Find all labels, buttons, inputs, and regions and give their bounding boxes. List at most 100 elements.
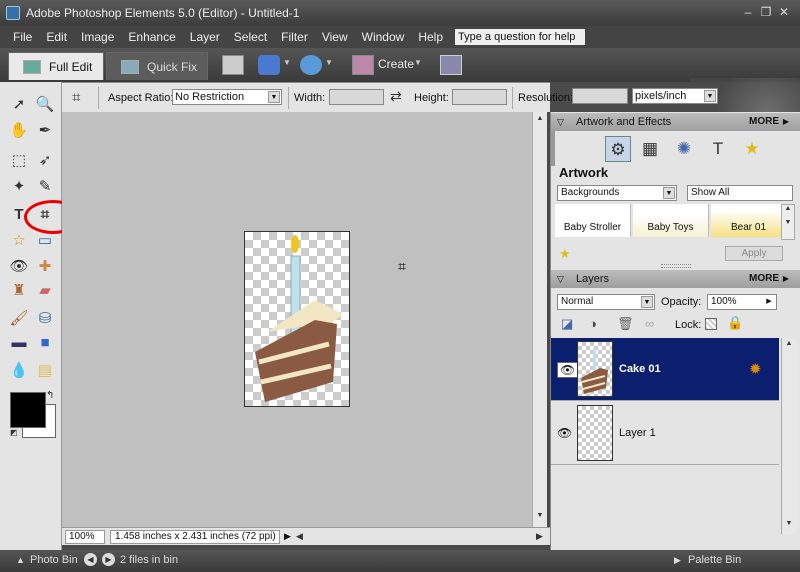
artwork-thumbnail[interactable]: Bear 01 <box>711 204 787 237</box>
restore-button[interactable]: ❐ <box>758 5 774 19</box>
create-button[interactable]: Create <box>378 57 414 71</box>
menu-enhance[interactable]: Enhance <box>121 30 182 44</box>
eraser-tool-icon[interactable]: ▰ <box>34 280 56 302</box>
magic-wand-tool-icon[interactable]: ✦ <box>8 176 30 198</box>
gradient-tool-icon[interactable]: ▬ <box>8 332 30 354</box>
trash-icon[interactable]: 🗑 <box>617 316 634 332</box>
triangle-up-icon[interactable]: ▲ <box>16 555 25 565</box>
layer-style-icon[interactable]: ✹ <box>749 360 762 378</box>
create-icon[interactable] <box>352 55 374 75</box>
menu-help[interactable]: Help <box>411 30 450 44</box>
scroll-up-icon[interactable]: ▲ <box>535 115 545 125</box>
canvas-area[interactable]: ⌗ <box>62 112 532 527</box>
visibility-eye-icon[interactable]: 👁 <box>557 426 572 440</box>
layer-name[interactable]: Cake 01 <box>619 363 661 375</box>
shape-tool-icon[interactable]: ■ <box>34 332 56 354</box>
chevron-down-icon[interactable]: ▼ <box>325 58 333 67</box>
chevron-down-icon[interactable]: ▼ <box>283 58 291 67</box>
cookie-cutter-tool-icon[interactable]: ☆ <box>8 230 30 252</box>
sponge-tool-icon[interactable]: ▤ <box>34 360 56 382</box>
print-icon[interactable] <box>222 55 244 75</box>
apply-button[interactable]: Apply <box>725 246 783 261</box>
layer-name[interactable]: Layer 1 <box>619 427 656 439</box>
lasso-tool-icon[interactable]: ➶ <box>34 150 56 172</box>
chevron-down-icon[interactable]: ▼ <box>414 58 422 67</box>
swap-colors-icon[interactable]: ↰ <box>46 390 54 401</box>
resolution-units-select[interactable]: pixels/inch ▼ <box>632 88 718 104</box>
menu-file[interactable]: File <box>6 30 39 44</box>
panel-resize-grip[interactable] <box>661 264 691 268</box>
menu-filter[interactable]: Filter <box>274 30 315 44</box>
swap-icon[interactable]: ⇄ <box>390 88 402 105</box>
opacity-field[interactable]: 100% ▶ <box>707 294 777 310</box>
layers-vertical-scrollbar[interactable]: ▲ ▼ <box>781 338 797 534</box>
foreground-color-swatch[interactable] <box>10 392 46 428</box>
status-menu-arrow-icon[interactable]: ▶ <box>284 531 291 542</box>
scroll-left-icon[interactable]: ◀ <box>296 531 303 542</box>
effects-icon[interactable]: ▦ <box>637 136 663 162</box>
artwork-category-select[interactable]: Backgrounds ▼ <box>557 185 677 201</box>
marquee-tool-icon[interactable]: ⬚ <box>8 150 30 172</box>
workspace-grid-icon[interactable] <box>440 55 462 75</box>
triangle-right-icon[interactable]: ▶ <box>674 555 681 566</box>
layer-row[interactable]: 👁 Cake 01 ✹ <box>551 338 779 401</box>
paint-bucket-tool-icon[interactable]: ⛁ <box>34 308 56 330</box>
artwork-more-button[interactable]: MORE <box>749 113 779 131</box>
scroll-right-icon[interactable]: ▶ <box>536 531 543 542</box>
text-effects-icon[interactable]: T <box>705 136 731 162</box>
lock-all-icon[interactable]: 🔒 <box>727 315 743 331</box>
layers-panel-header[interactable]: ▽ Layers MORE ▶ <box>551 270 800 288</box>
zoom-tool-icon[interactable]: 🔍 <box>34 94 56 116</box>
artwork-scrollbar[interactable]: ▲ ▼ <box>781 204 795 240</box>
artwork-panel-header[interactable]: ▽ Artwork and Effects MORE ▶ <box>551 113 800 131</box>
scroll-up-icon[interactable]: ▲ <box>784 340 794 350</box>
artwork-icon[interactable]: ⚙ <box>605 136 631 162</box>
visibility-eye-icon[interactable]: 👁 <box>557 362 579 378</box>
favorites-icon[interactable]: ★ <box>739 136 765 162</box>
artwork-filter-select[interactable]: Show All <box>687 185 793 201</box>
menu-select[interactable]: Select <box>227 30 274 44</box>
clone-stamp-tool-icon[interactable]: ♜ <box>8 280 30 302</box>
eyedropper-tool-icon[interactable]: ✒ <box>34 120 56 142</box>
height-field[interactable] <box>452 89 507 105</box>
zoom-field[interactable]: 100% <box>65 530 105 544</box>
brush-tool-icon[interactable]: 🖌 <box>8 308 30 330</box>
blur-tool-icon[interactable]: 💧 <box>8 360 30 382</box>
new-layer-icon[interactable]: ◪ <box>561 316 573 332</box>
filters-icon[interactable]: ✺ <box>671 136 697 162</box>
layers-more-button[interactable]: MORE <box>749 270 779 288</box>
tab-full-edit[interactable]: Full Edit <box>8 52 104 80</box>
palette-bin-toggle[interactable]: Palette Bin <box>688 554 741 566</box>
artwork-thumbnail[interactable]: Baby Toys <box>633 204 709 237</box>
menu-layer[interactable]: Layer <box>183 30 227 44</box>
menu-view[interactable]: View <box>315 30 355 44</box>
next-arrow-icon[interactable]: ▶ <box>102 553 115 566</box>
collapse-triangle-icon[interactable]: ▽ <box>557 113 564 131</box>
prev-arrow-icon[interactable]: ◀ <box>84 553 97 566</box>
layer-row[interactable]: 👁 Layer 1 <box>551 402 779 465</box>
artwork-thumbnail[interactable]: Baby Stroller <box>555 204 631 237</box>
lock-transparency-icon[interactable] <box>705 318 717 330</box>
resolution-field[interactable] <box>572 88 628 104</box>
close-button[interactable]: ✕ <box>776 5 792 19</box>
hand-tool-icon[interactable]: ✋ <box>8 120 30 142</box>
adjustment-layer-icon[interactable]: ◑ <box>589 316 597 331</box>
chevron-right-icon[interactable]: ▶ <box>783 270 789 288</box>
straighten-tool-icon[interactable]: ▭ <box>34 230 56 252</box>
width-field[interactable] <box>329 89 384 105</box>
minimize-button[interactable]: – <box>740 5 756 19</box>
aspect-ratio-select[interactable]: No Restriction ▼ <box>172 89 282 105</box>
canvas-vertical-scrollbar[interactable]: ▲ ▼ <box>532 112 547 527</box>
default-colors-icon[interactable]: ◩ <box>10 428 18 437</box>
help-search-input[interactable]: Type a question for help <box>455 29 585 45</box>
menu-edit[interactable]: Edit <box>39 30 74 44</box>
tab-quick-fix[interactable]: Quick Fix <box>106 52 208 80</box>
menu-window[interactable]: Window <box>355 30 412 44</box>
selection-brush-tool-icon[interactable]: ✎ <box>34 176 56 198</box>
share-icon[interactable] <box>300 55 322 75</box>
order-prints-icon[interactable] <box>258 55 280 75</box>
healing-brush-tool-icon[interactable]: ✚ <box>34 256 56 278</box>
scroll-down-icon[interactable]: ▼ <box>535 512 545 522</box>
document-canvas[interactable] <box>244 231 350 407</box>
menu-image[interactable]: Image <box>74 30 121 44</box>
